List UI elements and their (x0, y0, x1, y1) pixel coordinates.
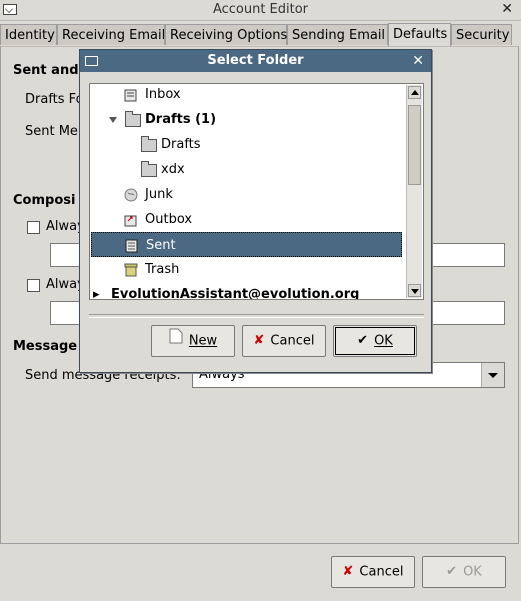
ok-button[interactable]: ✔ OK (422, 556, 506, 588)
scrollbar-thumb[interactable] (408, 105, 421, 185)
folder-label: Outbox (145, 212, 193, 227)
trash-icon (123, 262, 139, 277)
folder-label: Junk (145, 187, 173, 202)
tab-sending-email[interactable]: Sending Email (287, 24, 388, 45)
tab-security[interactable]: Security (451, 24, 512, 45)
folder-tree-scrollbar[interactable] (406, 85, 422, 298)
expander-icon[interactable] (109, 117, 117, 123)
ok-icon: ✔ (357, 333, 369, 348)
sent-messages-label: Sent Me (25, 124, 78, 139)
folder-label: Sent (146, 238, 176, 253)
junk-icon (123, 187, 139, 202)
folder-tree[interactable]: Inbox Drafts (1) Drafts xdx Junk Outbox (89, 83, 424, 300)
cancel-label: Cancel (270, 333, 315, 349)
new-folder-button[interactable]: New (151, 325, 235, 357)
folder-row-outbox[interactable]: Outbox (91, 207, 402, 232)
always-cc-checkbox[interactable] (27, 221, 40, 234)
new-document-icon (169, 326, 183, 356)
dialog-ok-button[interactable]: ✔ OK (333, 325, 417, 357)
inbox-icon (123, 87, 139, 102)
folder-label: Inbox (145, 87, 181, 102)
select-folder-dialog: Select Folder ✕ Inbox Drafts (1) Drafts … (79, 49, 432, 373)
sent-icon (124, 238, 140, 253)
folder-row-inbox[interactable]: Inbox (91, 84, 402, 107)
folder-row-account[interactable]: ▸ EvolutionAssistant@evolution.org (91, 282, 402, 300)
close-icon[interactable]: ✕ (412, 50, 424, 72)
folder-icon (141, 161, 157, 177)
folder-row-drafts-parent[interactable]: Drafts (1) (91, 107, 402, 132)
tab-bar: Identity Receiving Email Receiving Optio… (0, 23, 521, 46)
ok-label: OK (374, 333, 393, 349)
expander-icon[interactable]: ▸ (93, 282, 100, 299)
scroll-down-icon[interactable] (408, 284, 421, 297)
close-icon[interactable]: ✕ (501, 1, 513, 17)
chevron-down-icon[interactable] (481, 363, 504, 387)
tab-identity[interactable]: Identity (0, 24, 57, 45)
composing-heading: Composi (13, 193, 76, 208)
new-label: New (188, 333, 218, 349)
cancel-icon: ✘ (342, 564, 354, 579)
ok-label: OK (463, 564, 482, 580)
tab-receiving-email[interactable]: Receiving Email (57, 24, 165, 45)
folder-label: xdx (161, 162, 185, 177)
drafts-folder-label: Drafts Fo (25, 92, 84, 107)
cancel-icon: ✘ (253, 333, 265, 348)
dialog-separator (89, 314, 424, 318)
tab-receiving-options[interactable]: Receiving Options (165, 24, 287, 45)
scroll-up-icon[interactable] (408, 86, 421, 99)
folder-label: Trash (145, 262, 180, 277)
folder-label: Drafts (161, 137, 201, 152)
folder-icon (141, 136, 157, 152)
outbox-icon (123, 212, 139, 227)
folder-row-drafts[interactable]: Drafts (91, 132, 402, 157)
folder-row-trash[interactable]: Trash (91, 257, 402, 282)
window-title: Account Editor (212, 2, 309, 17)
window-titlebar: Account Editor ✕ (0, 0, 521, 21)
folder-row-xdx[interactable]: xdx (91, 157, 402, 182)
folder-label: Drafts (1) (145, 112, 217, 127)
folder-label: EvolutionAssistant@evolution.org (111, 287, 360, 300)
always-bcc-checkbox[interactable] (27, 279, 40, 292)
window-menu-icon[interactable] (85, 56, 98, 66)
folder-row-junk[interactable]: Junk (91, 182, 402, 207)
sent-drafts-heading: Sent and (13, 63, 79, 78)
folder-icon (125, 111, 141, 127)
folder-row-sent[interactable]: Sent (91, 232, 402, 257)
ok-icon: ✔ (446, 564, 458, 579)
message-receipts-heading: Message (13, 339, 78, 354)
dialog-cancel-button[interactable]: ✘ Cancel (242, 325, 326, 357)
cancel-label: Cancel (359, 564, 404, 580)
dialog-titlebar: Select Folder ✕ (80, 50, 431, 72)
cancel-button[interactable]: ✘ Cancel (331, 556, 415, 588)
tab-defaults[interactable]: Defaults (388, 23, 451, 46)
dialog-title: Select Folder (207, 53, 304, 68)
